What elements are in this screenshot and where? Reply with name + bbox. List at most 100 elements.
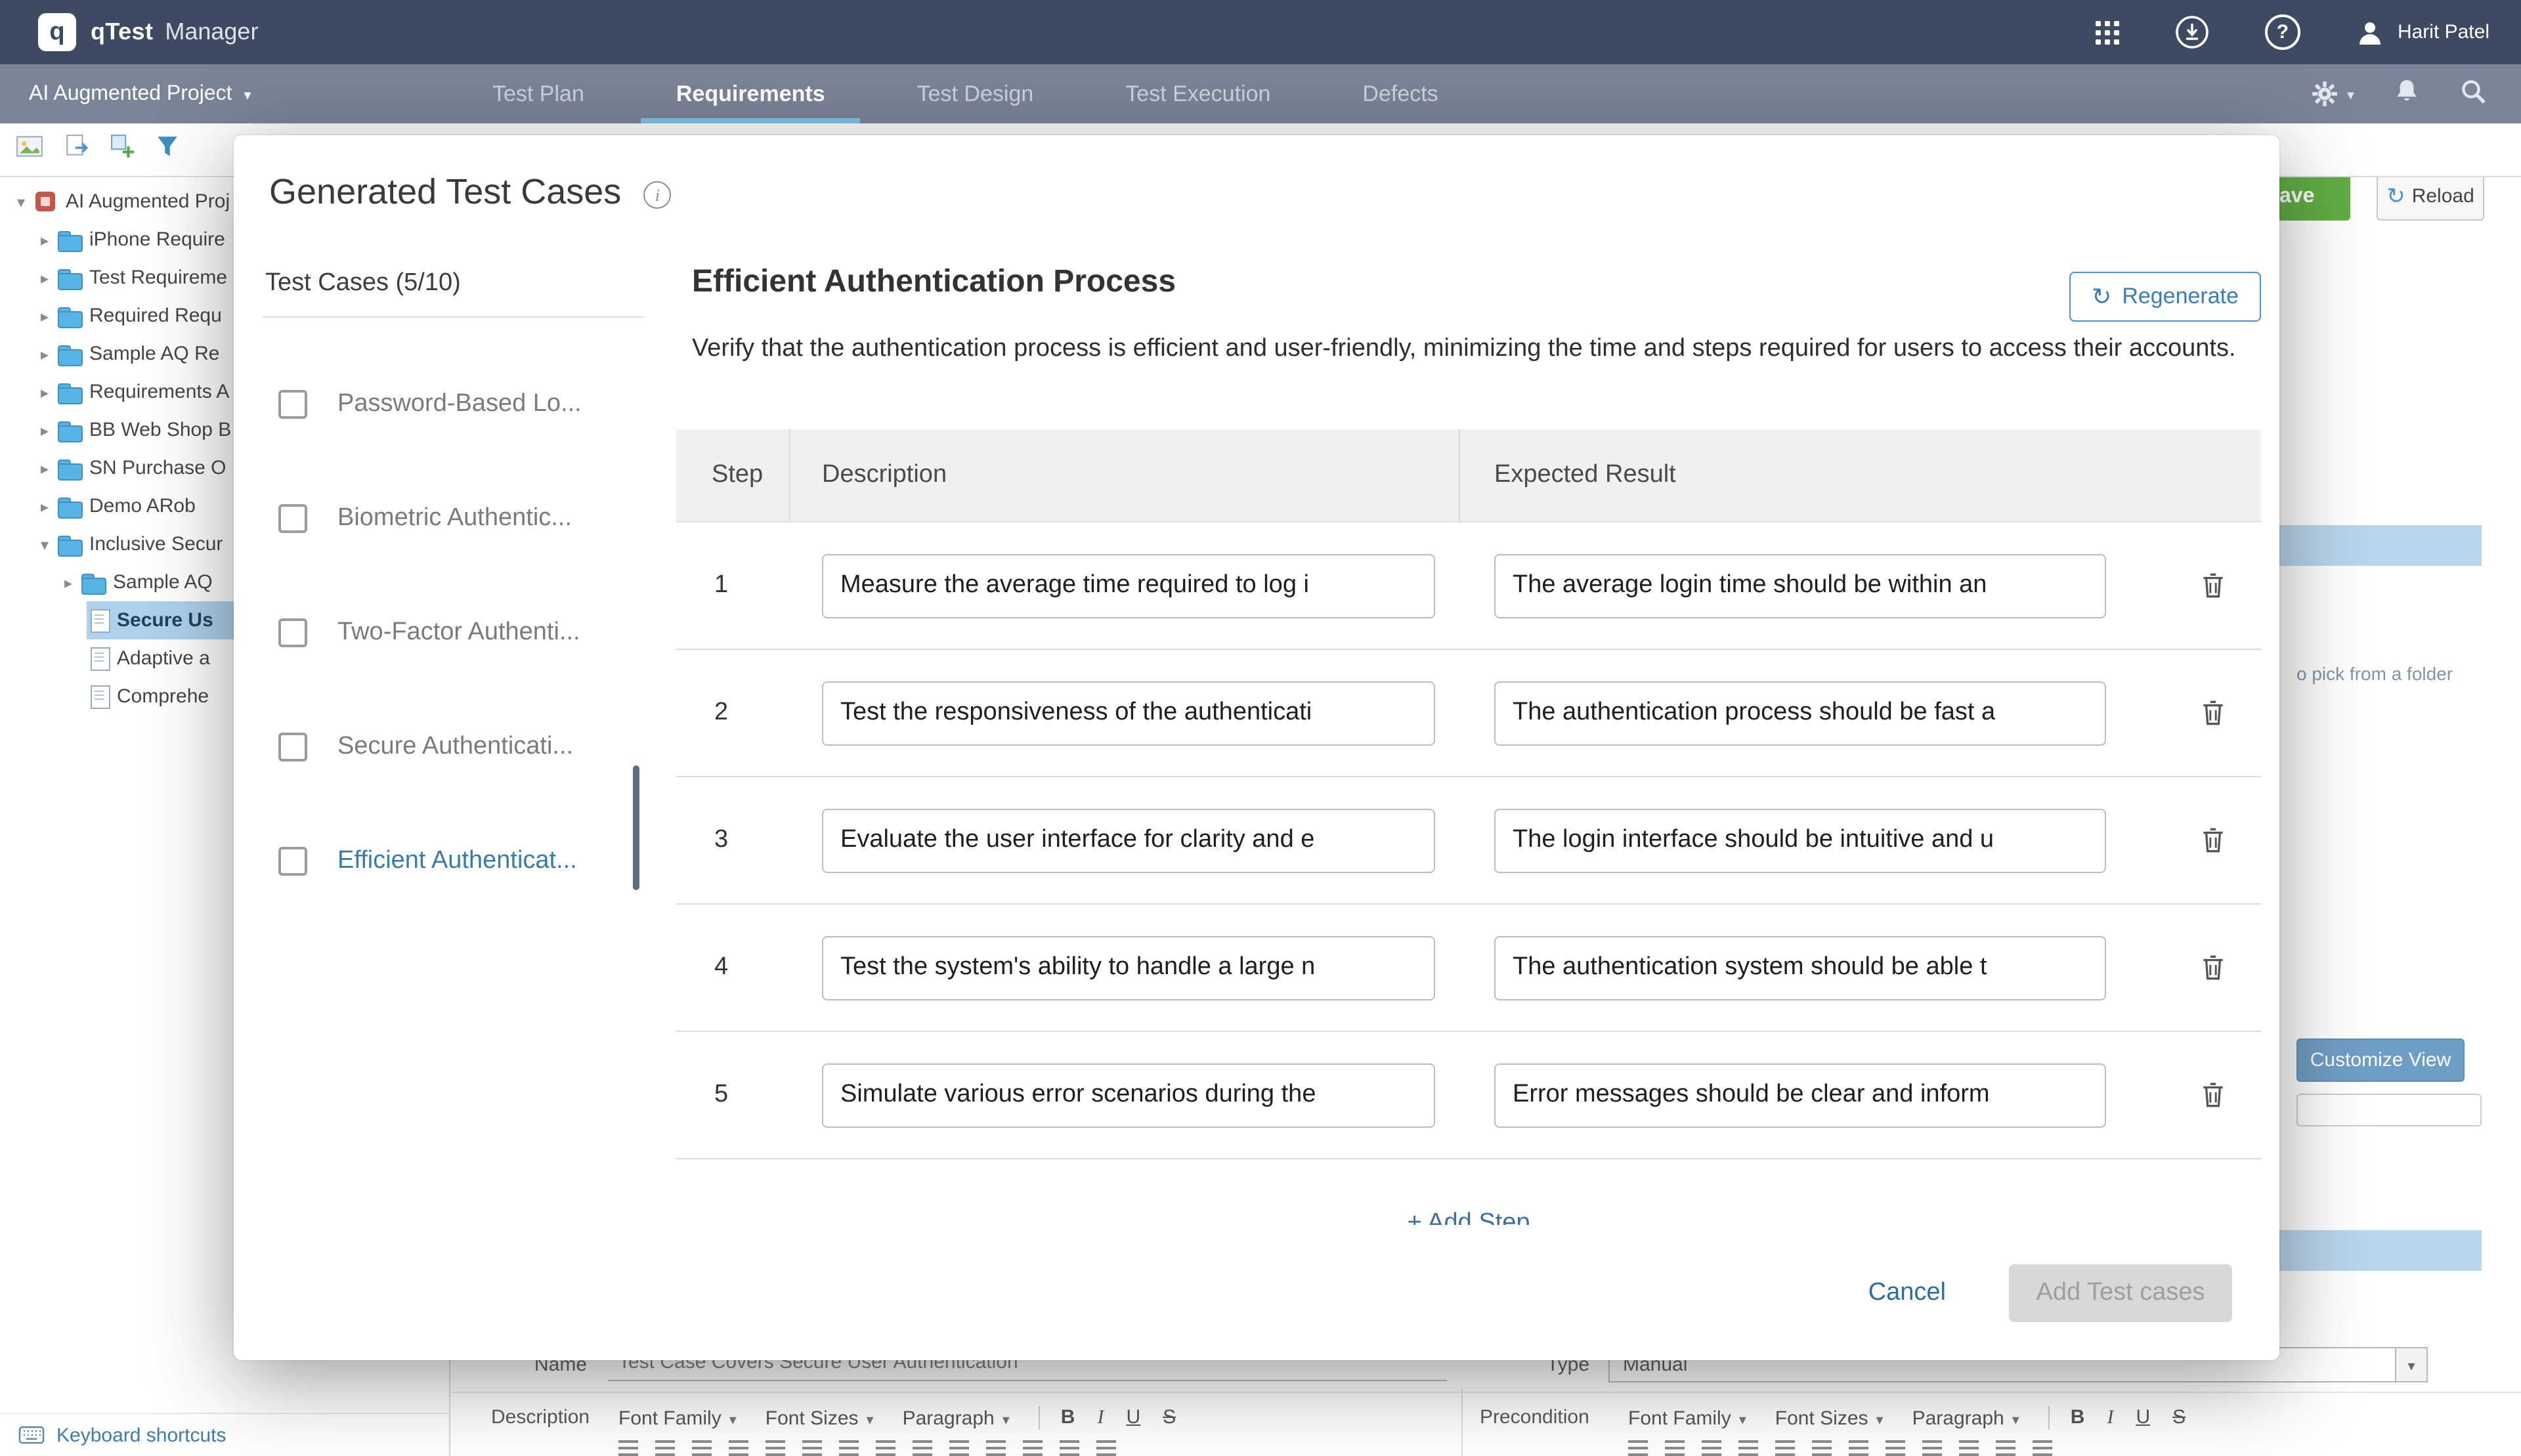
editor-format-button[interactable]: S	[1163, 1406, 1176, 1428]
nav-tab[interactable]: Test Execution	[1090, 64, 1306, 123]
step-expected-input[interactable]	[1494, 808, 2106, 872]
tree-expand-icon[interactable]	[34, 345, 55, 363]
delete-step-icon[interactable]	[2199, 1080, 2227, 1110]
editor-toolbar-icon[interactable]	[802, 1440, 822, 1456]
import-icon[interactable]	[64, 134, 89, 165]
editor-toolbar-icon[interactable]	[1812, 1440, 1832, 1456]
add-test-cases-button[interactable]: Add Test cases	[2009, 1264, 2232, 1321]
editor-dropdown[interactable]: Font Family	[618, 1407, 737, 1429]
editor-toolbar-icon[interactable]	[1628, 1440, 1648, 1456]
editor-toolbar-icon[interactable]	[1738, 1440, 1758, 1456]
settings-menu[interactable]	[2312, 80, 2354, 108]
editor-dropdown[interactable]: Font Family	[1628, 1407, 1746, 1429]
test-case-item[interactable]: Efficient Authenticat...	[234, 803, 643, 918]
editor-toolbar-icon[interactable]	[876, 1440, 895, 1456]
editor-format-button[interactable]: I	[1097, 1407, 1104, 1428]
step-description-input[interactable]	[822, 808, 1435, 872]
customize-view-button[interactable]: Customize View	[2296, 1038, 2465, 1082]
search-icon[interactable]	[2459, 77, 2487, 111]
project-selector[interactable]: AI Augmented Project	[29, 64, 251, 123]
scrollbar-thumb[interactable]	[633, 765, 639, 890]
delete-step-icon[interactable]	[2199, 953, 2227, 983]
editor-toolbar-icon[interactable]	[1885, 1440, 1905, 1456]
filter-funnel-icon[interactable]	[156, 135, 179, 165]
reload-button[interactable]: ↻ Reload	[2377, 172, 2484, 221]
tree-expand-icon[interactable]	[34, 497, 55, 515]
editor-format-button[interactable]: U	[2136, 1406, 2150, 1428]
nav-tab[interactable]: Test Plan	[457, 64, 620, 123]
editor-format-button[interactable]: U	[1126, 1406, 1140, 1428]
editor-toolbar-icon[interactable]	[839, 1440, 859, 1456]
nav-tab[interactable]: Test Design	[882, 64, 1069, 123]
editor-toolbar-icon[interactable]	[1849, 1440, 1868, 1456]
step-description-input[interactable]	[822, 681, 1435, 745]
chevron-down-icon[interactable]	[2395, 1348, 2426, 1381]
help-icon[interactable]: ?	[2265, 14, 2300, 50]
test-case-item[interactable]: Secure Authenticati...	[234, 689, 643, 803]
editor-toolbar-icon[interactable]	[655, 1440, 675, 1456]
editor-toolbar-icon[interactable]	[949, 1440, 969, 1456]
nav-tab[interactable]: Requirements	[641, 64, 861, 123]
delete-step-icon[interactable]	[2199, 698, 2227, 728]
user-menu[interactable]: Harit Patel	[2356, 18, 2489, 47]
editor-toolbar-icon[interactable]	[729, 1440, 748, 1456]
editor-toolbar-icon[interactable]	[1060, 1440, 1079, 1456]
tree-expand-icon[interactable]	[34, 230, 55, 249]
test-case-checkbox[interactable]	[278, 846, 307, 875]
editor-dropdown[interactable]: Font Sizes	[1775, 1407, 1884, 1429]
tree-expand-icon[interactable]	[34, 268, 55, 287]
editor-toolbar-icon[interactable]	[1959, 1440, 1979, 1456]
step-expected-input[interactable]	[1494, 681, 2106, 745]
editor-toolbar-icon[interactable]	[1996, 1440, 2015, 1456]
keyboard-shortcuts-link[interactable]: Keyboard shortcuts	[56, 1424, 226, 1446]
tree-expand-icon[interactable]	[11, 192, 32, 211]
tree-expand-icon[interactable]	[34, 459, 55, 477]
cancel-button[interactable]: Cancel	[1868, 1278, 1946, 1307]
tree-expand-icon[interactable]	[34, 535, 55, 553]
add-item-icon[interactable]	[110, 134, 135, 165]
editor-toolbar-icon[interactable]	[1665, 1440, 1685, 1456]
nav-tab[interactable]: Defects	[1327, 64, 1473, 123]
editor-toolbar-icon[interactable]	[1096, 1440, 1116, 1456]
editor-dropdown[interactable]: Paragraph	[1912, 1407, 2019, 1429]
test-case-item[interactable]: Password-Based Lo...	[234, 347, 643, 461]
add-step-button[interactable]: + Add Step	[676, 1209, 2261, 1225]
test-case-checkbox[interactable]	[278, 389, 307, 418]
delete-step-icon[interactable]	[2199, 825, 2227, 855]
tree-expand-icon[interactable]	[34, 421, 55, 439]
editor-format-button[interactable]: B	[2071, 1406, 2085, 1428]
test-case-checkbox[interactable]	[278, 618, 307, 647]
editor-toolbar-icon[interactable]	[1023, 1440, 1043, 1456]
test-case-checkbox[interactable]	[278, 503, 307, 532]
editor-toolbar-icon[interactable]	[2033, 1440, 2052, 1456]
step-expected-input[interactable]	[1494, 553, 2106, 618]
editor-toolbar-icon[interactable]	[986, 1440, 1006, 1456]
editor-toolbar-icon[interactable]	[618, 1440, 638, 1456]
editor-toolbar-icon[interactable]	[692, 1440, 712, 1456]
test-case-item[interactable]: Two-Factor Authenti...	[234, 575, 643, 689]
right-panel-field[interactable]	[2296, 1094, 2482, 1126]
tree-expand-icon[interactable]	[34, 383, 55, 401]
test-case-item[interactable]: Biometric Authentic...	[234, 461, 643, 575]
editor-dropdown[interactable]: Paragraph	[903, 1407, 1010, 1429]
info-icon[interactable]: i	[643, 181, 671, 209]
editor-toolbar-icon[interactable]	[1922, 1440, 1942, 1456]
editor-format-button[interactable]: B	[1061, 1406, 1075, 1428]
step-expected-input[interactable]	[1494, 935, 2106, 1000]
snapshot-icon[interactable]	[16, 134, 43, 165]
tree-expand-icon[interactable]	[58, 573, 79, 591]
editor-dropdown[interactable]: Font Sizes	[765, 1407, 874, 1429]
notifications-bell-icon[interactable]	[2394, 77, 2420, 111]
step-expected-input[interactable]	[1494, 1063, 2106, 1127]
editor-toolbar-icon[interactable]	[913, 1440, 932, 1456]
step-description-input[interactable]	[822, 1063, 1435, 1127]
delete-step-icon[interactable]	[2199, 570, 2227, 601]
pick-from-folder-link[interactable]: o pick from a folder	[2296, 663, 2453, 684]
download-icon[interactable]	[2174, 14, 2210, 50]
editor-toolbar-icon[interactable]	[1702, 1440, 1721, 1456]
tree-expand-icon[interactable]	[34, 307, 55, 325]
editor-format-button[interactable]: S	[2172, 1406, 2186, 1428]
regenerate-button[interactable]: ↻ Regenerate	[2069, 272, 2261, 322]
step-description-input[interactable]	[822, 553, 1435, 618]
step-description-input[interactable]	[822, 935, 1435, 1000]
